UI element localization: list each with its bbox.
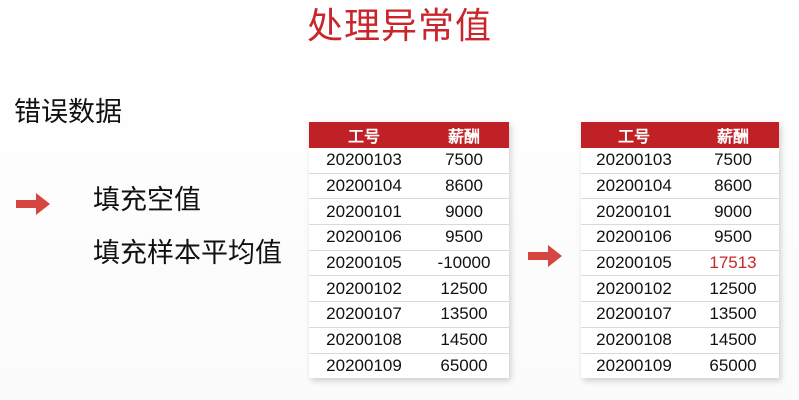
table-before: 工号 薪酬 20200103 7500 20200104 8600 202001… <box>309 122 509 379</box>
slide: 处理异常值 错误数据 填充空值 填充样本平均值 工号 薪酬 20200103 7… <box>0 0 799 400</box>
salary-cell: 9500 <box>419 224 509 251</box>
employee-id-cell: 20200108 <box>581 327 687 354</box>
fill-empty-label: 填充空值 <box>93 185 201 216</box>
table-after: 工号 薪酬 20200103 7500 20200104 8600 202001… <box>581 122 779 379</box>
table-row: 20200101 9000 <box>309 198 509 226</box>
table-row: 20200109 65000 <box>581 353 779 378</box>
table-header-row: 工号 薪酬 <box>309 122 509 148</box>
column-header-employee-id: 工号 <box>581 122 687 148</box>
table-row: 20200107 13500 <box>581 301 779 328</box>
salary-cell: 8600 <box>687 173 779 200</box>
employee-id-cell: 20200108 <box>309 327 419 354</box>
employee-id-cell: 20200107 <box>581 301 687 328</box>
salary-cell: 14500 <box>419 327 509 354</box>
employee-id-cell: 20200109 <box>596 355 672 375</box>
employee-id-cell: 20200105 <box>309 250 419 277</box>
column-header-salary: 薪酬 <box>419 122 509 148</box>
table-row: 20200104 8600 <box>581 173 779 200</box>
table-row: 20200107 13500 <box>309 301 509 328</box>
salary-cell: 9000 <box>687 198 779 226</box>
table-row: 20200103 7500 <box>309 148 509 174</box>
slide-title: 处理异常值 <box>306 6 492 47</box>
employee-id-cell: 20200102 <box>581 275 687 303</box>
fill-mean-label: 填充样本平均值 <box>93 238 282 269</box>
employee-id-cell: 20200109 <box>326 355 402 375</box>
table-row: 20200102 12500 <box>309 275 509 303</box>
employee-id-cell: 20200104 <box>309 173 419 200</box>
table-row: 20200101 9000 <box>581 198 779 226</box>
table-row: 20200108 14500 <box>581 327 779 354</box>
employee-id-cell: 20200105 <box>581 250 687 277</box>
error-data-label: 错误数据 <box>14 97 122 128</box>
right-arrow-icon <box>528 245 562 267</box>
table-row: 20200106 9500 <box>309 224 509 251</box>
salary-cell: 12500 <box>419 275 509 303</box>
table-row: 20200105 17513 <box>581 250 779 277</box>
table-row: 20200102 12500 <box>581 275 779 303</box>
employee-id-cell: 20200103 <box>309 148 419 174</box>
right-arrow-icon <box>16 193 50 215</box>
salary-cell: 7500 <box>419 148 509 174</box>
salary-cell: 13500 <box>687 301 779 328</box>
salary-cell: 9000 <box>419 198 509 226</box>
employee-id-cell: 20200106 <box>581 224 687 251</box>
employee-id-cell: 20200101 <box>581 198 687 226</box>
salary-cell: 14500 <box>687 327 779 354</box>
employee-id-cell: 20200106 <box>309 224 419 251</box>
employee-id-cell: 20200102 <box>309 275 419 303</box>
salary-cell: 13500 <box>419 301 509 328</box>
salary-cell: 8600 <box>419 173 509 200</box>
salary-cell-imputed: 17513 <box>687 250 779 277</box>
employee-id-cell: 20200104 <box>581 173 687 200</box>
column-header-employee-id: 工号 <box>309 122 419 148</box>
employee-id-cell: 20200101 <box>309 198 419 226</box>
table-row: 20200103 7500 <box>581 148 779 174</box>
salary-cell: 12500 <box>687 275 779 303</box>
table-row: 20200105 -10000 <box>309 250 509 277</box>
salary-cell: 65000 <box>709 355 757 375</box>
column-header-salary: 薪酬 <box>687 122 779 148</box>
table-row: 20200104 8600 <box>309 173 509 200</box>
table-row: 20200109 65000 <box>309 353 509 378</box>
salary-cell: 7500 <box>687 148 779 174</box>
salary-cell: -10000 <box>419 250 509 277</box>
employee-id-cell: 20200103 <box>581 148 687 174</box>
employee-id-cell: 20200107 <box>309 301 419 328</box>
table-row: 20200108 14500 <box>309 327 509 354</box>
salary-cell: 65000 <box>440 355 488 375</box>
salary-cell: 9500 <box>687 224 779 251</box>
table-row: 20200106 9500 <box>581 224 779 251</box>
table-header-row: 工号 薪酬 <box>581 122 779 148</box>
